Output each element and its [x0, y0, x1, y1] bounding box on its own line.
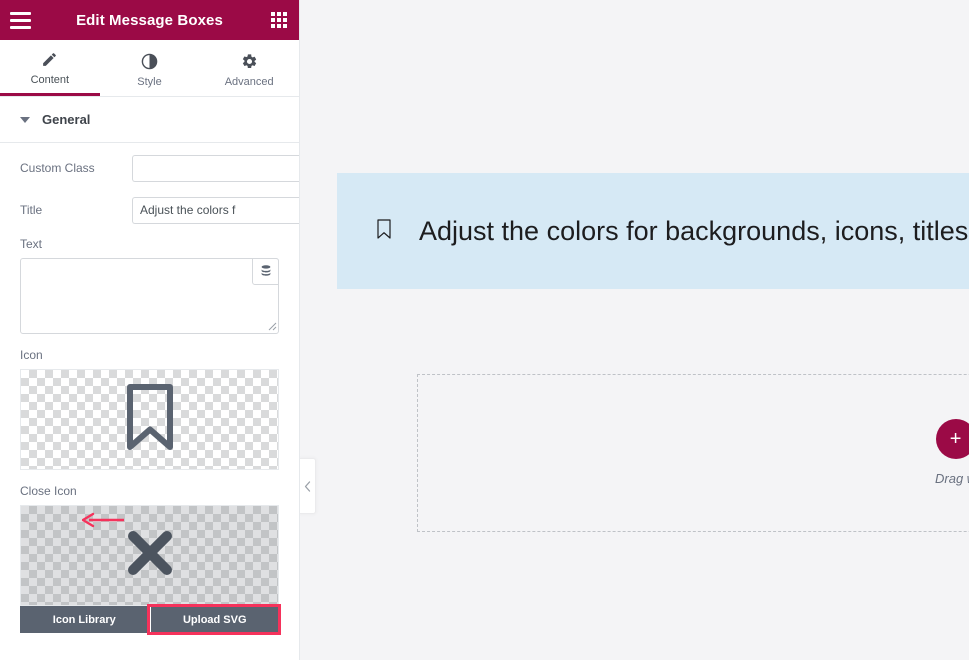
chevron-left-icon	[304, 480, 311, 492]
elementor-editor: Edit Message Boxes Content Style Advance…	[0, 0, 969, 660]
editor-panel: Edit Message Boxes Content Style Advance…	[0, 0, 300, 660]
title-control	[132, 196, 299, 224]
close-icon-buttons: Icon Library Upload SVG	[20, 604, 281, 635]
icon-library-button[interactable]: Icon Library	[20, 606, 149, 633]
bookmark-icon	[375, 217, 393, 246]
message-box-title: Adjust the colors for backgrounds, icons…	[419, 215, 969, 246]
field-text: Text	[20, 227, 279, 334]
drag-widget-hint: Drag w	[935, 471, 969, 486]
section-general-label: General	[42, 112, 91, 127]
close-icon-control-label: Close Icon	[20, 484, 77, 498]
widget-dropzone[interactable]	[417, 374, 969, 532]
icon-control-label: Icon	[20, 348, 43, 362]
title-label: Title	[20, 203, 43, 217]
text-textarea[interactable]	[20, 258, 279, 334]
add-widget-area: + Drag w	[935, 419, 969, 486]
tab-advanced-label: Advanced	[224, 75, 274, 88]
pencil-icon	[41, 51, 58, 68]
panel-collapse-handle[interactable]	[300, 458, 316, 514]
close-icon-preview[interactable]	[20, 505, 279, 606]
field-custom-class: Custom Class	[20, 143, 299, 185]
text-control	[20, 258, 279, 334]
custom-class-input[interactable]	[132, 154, 299, 182]
text-label: Text	[20, 237, 43, 251]
tab-style-label: Style	[137, 75, 162, 88]
tab-advanced[interactable]: Advanced	[199, 40, 299, 96]
custom-class-control	[132, 154, 299, 182]
title-input[interactable]	[132, 196, 299, 224]
gear-icon	[241, 53, 258, 70]
close-x-icon	[121, 524, 179, 587]
custom-class-label: Custom Class	[20, 161, 95, 175]
panel-title: Edit Message Boxes	[76, 11, 223, 29]
message-box-widget[interactable]: Adjust the colors for backgrounds, icons…	[337, 173, 969, 289]
panel-body: Custom Class Title Adjust the colors f T…	[0, 143, 299, 635]
widgets-grid-icon[interactable]	[259, 0, 299, 40]
caret-down-icon	[20, 116, 30, 123]
panel-tabs: Content Style Advanced	[0, 40, 299, 97]
editor-canvas: Adjust the colors for backgrounds, icons…	[300, 0, 969, 660]
bookmark-icon	[120, 381, 180, 458]
upload-svg-button[interactable]: Upload SVG	[146, 604, 281, 635]
field-title: Title	[20, 185, 299, 227]
icon-preview[interactable]	[20, 369, 279, 470]
plus-icon[interactable]: +	[935, 419, 969, 459]
dynamic-tag-icon[interactable]	[252, 258, 279, 285]
contrast-circle-icon	[141, 53, 158, 70]
section-general[interactable]: General	[0, 97, 299, 143]
tab-content[interactable]: Content	[0, 40, 100, 96]
tab-style[interactable]: Style	[100, 40, 200, 96]
tab-content-label: Content	[30, 74, 70, 86]
hamburger-menu-icon[interactable]	[0, 0, 40, 40]
panel-header: Edit Message Boxes	[0, 0, 299, 40]
